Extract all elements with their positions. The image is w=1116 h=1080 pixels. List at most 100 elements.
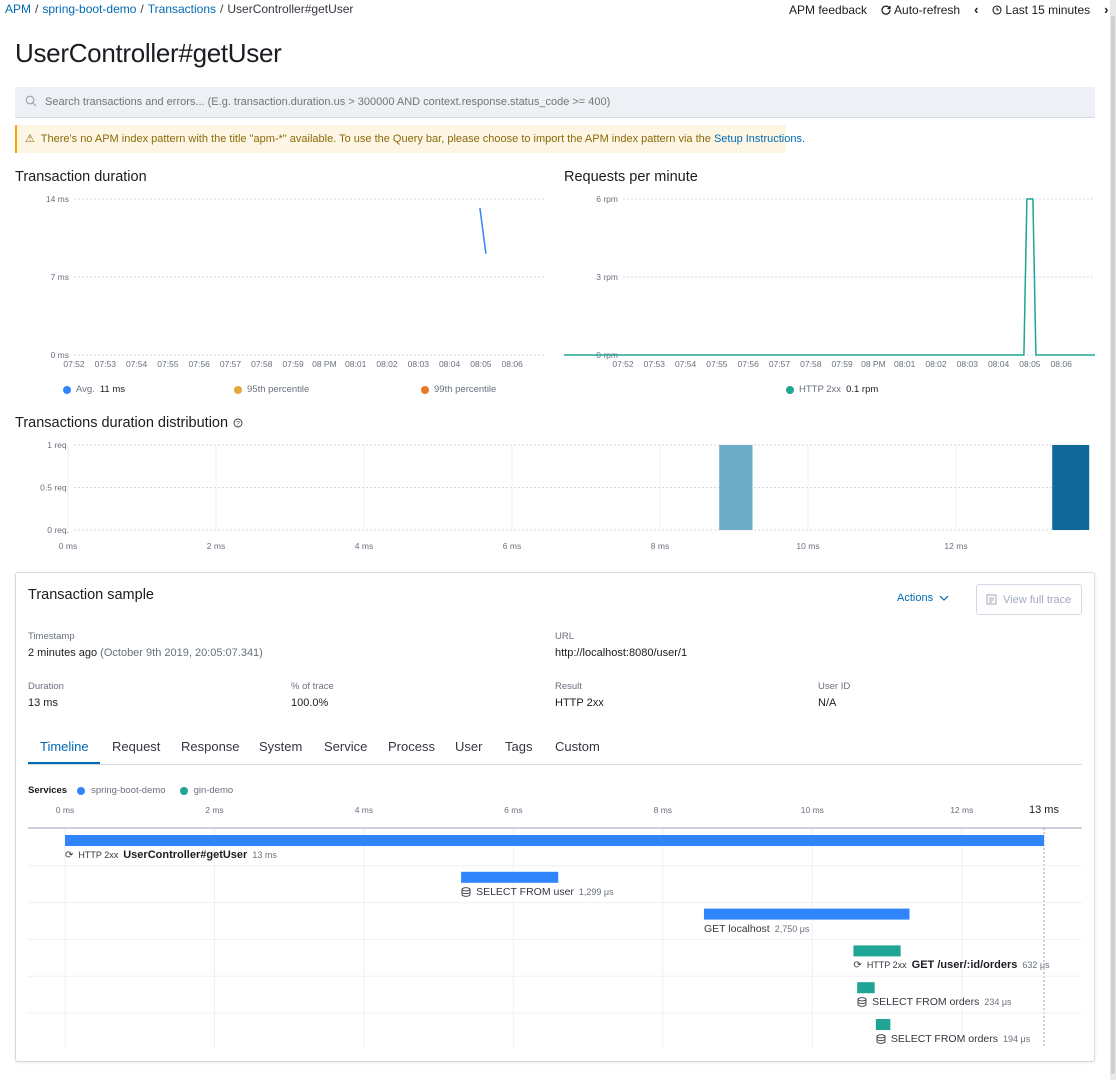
distribution-chart[interactable]: 1 req. 0.5 req. 0 req. 0 ms 2 ms 4 ms 6 ms 8 ms… (15, 437, 1095, 557)
rpm-chart-x-tick: 07:55 (706, 359, 728, 369)
span-label[interactable]: ⟳ HTTP 2xx GET /user/:id/orders 632 μs (853, 959, 1049, 971)
warning-text: There's no APM index pattern with the ti… (40, 133, 711, 145)
actions-button[interactable]: Actions (897, 592, 949, 604)
legend-p99[interactable]: 99th percentile (421, 384, 496, 395)
duration-chart-x-tick: 07:57 (220, 359, 242, 369)
span-bar[interactable] (703, 908, 910, 920)
breadcrumb-service[interactable]: spring-boot-demo (42, 2, 136, 16)
feedback-link[interactable]: APM feedback (789, 3, 867, 17)
legend-p95[interactable]: 95th percentile (234, 384, 309, 395)
span-bar[interactable] (853, 945, 901, 957)
tab-system[interactable]: System (259, 739, 302, 754)
timeline-tick: 8 ms (654, 805, 672, 815)
duration-chart-y-tick: 14 ms (46, 194, 69, 204)
duration-chart-x-tick: 07:58 (251, 359, 273, 369)
breadcrumb-apm[interactable]: APM (5, 2, 31, 16)
timestamp-value: 2 minutes ago (October 9th 2019, 20:05:0… (28, 647, 263, 659)
tab-tags[interactable]: Tags (505, 739, 532, 754)
distribution-title: Transactions duration distribution ? (15, 415, 243, 431)
help-icon[interactable]: ? (233, 418, 243, 428)
distribution-bar-selected[interactable] (1052, 445, 1090, 530)
timestamp-label: Timestamp (28, 631, 75, 642)
span-bar[interactable] (461, 871, 559, 883)
span-name: SELECT FROM user (476, 885, 574, 898)
breadcrumb-transactions[interactable]: Transactions (148, 2, 216, 16)
duration-chart-series-line (479, 207, 487, 254)
tab-timeline[interactable]: Timeline (40, 739, 89, 754)
duration-chart-x-tick: 07:59 (282, 359, 304, 369)
refresh-icon (881, 5, 891, 15)
user-id-label: User ID (818, 681, 851, 692)
tabs-divider (28, 764, 1082, 765)
tab-response[interactable]: Response (181, 739, 240, 754)
distribution-title-text: Transactions duration distribution (15, 415, 229, 431)
duration-chart-x-tick: 07:54 (126, 359, 148, 369)
span-bar[interactable] (857, 982, 875, 994)
span-bar[interactable] (65, 835, 1044, 846)
span-label[interactable]: ⟳ HTTP 2xx UserController#getUser 13 ms (65, 849, 277, 861)
span-label[interactable]: SELECT FROM user 1,299 μs (461, 886, 614, 898)
rpm-chart-title: Requests per minute (564, 169, 698, 185)
url-value: http://localhost:8080/user/1 (555, 647, 688, 659)
search-icon (25, 95, 37, 107)
tab-request[interactable]: Request (112, 739, 160, 754)
timeline-waterfall[interactable]: 0 ms 2 ms 4 ms 6 ms 8 ms 10 ms 12 ms 13 ms (28, 800, 1082, 1050)
span-name: GET /user/:id/orders (911, 959, 1018, 972)
tab-custom[interactable]: Custom (555, 739, 600, 754)
rpm-chart-x-tick: 08:06 (1051, 359, 1073, 369)
rpm-chart-x-tick: 08:02 (925, 359, 947, 369)
svg-text:?: ? (236, 420, 240, 427)
distribution-bar[interactable] (719, 445, 753, 530)
duration-value: 13 ms (28, 697, 58, 709)
tab-active-indicator (28, 762, 100, 764)
service-marker-spring (77, 786, 86, 795)
legend-p99-marker (421, 385, 429, 394)
auto-refresh-label: Auto-refresh (894, 2, 961, 17)
duration-chart: 14 ms7 ms0 ms07:52 07:53 07:54 07:55 07:56 07… (46, 194, 546, 369)
timestamp-absolute: (October 9th 2019, 20:05:07.341) (100, 647, 263, 659)
span-status: HTTP 2xx (866, 960, 907, 971)
time-next-button[interactable]: › (1104, 2, 1108, 17)
timeline-tick: 10 ms (801, 805, 824, 815)
legend-avg[interactable]: Avg. 11 ms (63, 384, 125, 395)
tab-process[interactable]: Process (388, 739, 435, 754)
span-label[interactable]: GET localhost 2,750 μs (704, 923, 809, 935)
span-label[interactable]: SELECT FROM orders 234 μs (857, 996, 1012, 1008)
actions-label: Actions (897, 592, 934, 604)
setup-instructions-link[interactable]: Setup Instructions. (714, 133, 805, 145)
distribution-x-tick: 8 ms (651, 541, 669, 551)
service-name-gin: gin-demo (193, 785, 234, 796)
legend-p95-marker (234, 385, 242, 394)
duration-chart-x-tick: 08:06 (502, 359, 524, 369)
legend-http2xx[interactable]: HTTP 2xx 0.1 rpm (786, 384, 878, 395)
span-name: UserController#getUser (123, 849, 248, 861)
timeline-tick: 0 ms (56, 805, 74, 815)
span-bar[interactable] (875, 1019, 891, 1030)
sample-title: Transaction sample (28, 587, 154, 603)
clock-icon (992, 4, 1002, 15)
query-bar[interactable] (15, 87, 1095, 118)
transaction-icon: ⟳ (853, 959, 862, 971)
auto-refresh-button[interactable]: Auto-refresh (881, 3, 960, 17)
rpm-chart-x-tick: 08:03 (957, 359, 979, 369)
user-id-value: N/A (818, 697, 837, 709)
span-label[interactable]: SELECT FROM orders 194 μs (876, 1033, 1030, 1045)
legend-http2xx-name: HTTP 2xx (799, 384, 842, 395)
view-full-trace-button[interactable]: View full trace (976, 584, 1082, 615)
page-scrollbar-thumb[interactable] (1111, 16, 1115, 1074)
rpm-chart-x-tick: 08:04 (988, 359, 1010, 369)
breadcrumb: APM / spring-boot-demo / Transactions / UserCo… (5, 2, 354, 16)
span-name: GET localhost (703, 922, 770, 935)
time-picker-button[interactable]: Last 15 minutes (992, 3, 1090, 17)
rpm-chart-x-tick: 07:53 (644, 359, 666, 369)
tab-user[interactable]: User (455, 739, 482, 754)
document-icon (986, 594, 997, 605)
duration-chart-x-tick: 08:04 (439, 359, 461, 369)
duration-chart-x-tick: 08:02 (376, 359, 398, 369)
tab-service[interactable]: Service (324, 739, 367, 754)
distribution-x-tick: 10 ms (796, 541, 819, 551)
time-prev-button[interactable]: ‹ (974, 2, 978, 17)
search-input[interactable] (45, 87, 1085, 117)
rpm-chart-x-tick: 08:05 (1019, 359, 1041, 369)
span-status: HTTP 2xx (78, 850, 119, 860)
